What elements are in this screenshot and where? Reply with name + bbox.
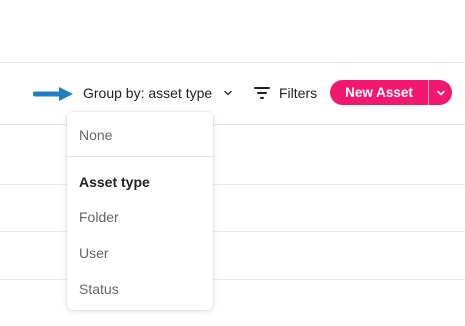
- new-asset-split-button: New Asset: [330, 80, 452, 105]
- toolbar-top-border: [0, 62, 465, 63]
- filters-label: Filters: [279, 85, 318, 101]
- arrow-right-icon: [33, 87, 73, 101]
- filter-icon: [254, 87, 270, 99]
- new-asset-menu-button[interactable]: [429, 80, 452, 105]
- menu-item-folder[interactable]: Folder: [79, 209, 119, 225]
- menu-divider: [67, 156, 213, 157]
- group-by-label: Group by: asset type: [83, 85, 213, 101]
- new-asset-button[interactable]: New Asset: [330, 80, 428, 105]
- menu-item-status[interactable]: Status: [79, 281, 119, 297]
- group-by-menu: None Asset type Folder User Status: [67, 112, 213, 310]
- asset-list-page: Group by: asset type Filters New Asset N…: [0, 0, 465, 326]
- filters-button[interactable]: Filters: [253, 83, 317, 103]
- group-by-dropdown[interactable]: Group by: asset type: [83, 83, 234, 103]
- menu-item-none[interactable]: None: [79, 127, 112, 143]
- chevron-down-icon: [224, 90, 232, 96]
- menu-item-user[interactable]: User: [79, 245, 109, 261]
- menu-item-asset-type[interactable]: Asset type: [79, 174, 150, 190]
- chevron-down-icon: [436, 90, 445, 95]
